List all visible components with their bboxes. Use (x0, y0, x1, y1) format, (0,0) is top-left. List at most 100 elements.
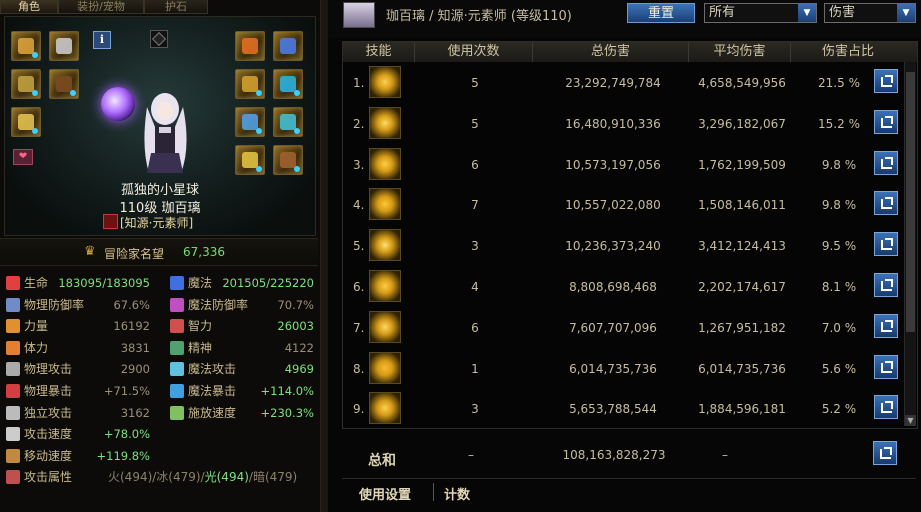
heart-icon[interactable]: ❤ (13, 149, 33, 165)
equip-slot-belt[interactable] (235, 69, 265, 99)
row-damage-share: 7.0 % (821, 320, 857, 335)
top-armor-icon (18, 76, 34, 92)
character-panel: 角色 装扮/宠物 护石 i ❤ 孤独的小星球 110级 珈百璃 [知源·元素师]… (0, 0, 321, 512)
skill-icon[interactable] (369, 147, 401, 180)
tab-costume-pet[interactable]: 装扮/宠物 (58, 0, 144, 14)
head-armor-icon (56, 76, 72, 92)
ring-icon (242, 152, 258, 168)
skill-icon[interactable] (369, 106, 401, 139)
share-button[interactable] (874, 69, 898, 93)
gem-icon (32, 128, 38, 134)
character-class: [知源·元素师] (103, 214, 193, 230)
table-scrollbar[interactable]: ▼ (904, 62, 916, 426)
share-button[interactable] (874, 395, 898, 420)
stat-value: 4969 (284, 362, 314, 377)
row-average-damage: 4,658,549,956 (698, 76, 786, 90)
skill-icon[interactable] (369, 66, 401, 98)
row-damage-share: 8.1 % (821, 280, 857, 294)
share-button[interactable] (874, 191, 898, 216)
equip-slot-arrow[interactable] (273, 69, 303, 99)
total-uses: – (468, 448, 474, 462)
magic-shield-icon (170, 297, 184, 312)
skill-icon[interactable] (369, 188, 401, 221)
skill-icon[interactable] (369, 229, 401, 262)
total-row: 总和 – 108,163,828,273 – (342, 437, 916, 475)
table-row[interactable]: 5. 3 10,236,373,240 3,412,124,413 9.5 % (343, 227, 903, 266)
usage-settings-button[interactable]: 使用设置 (359, 484, 411, 503)
stat-label: 精神 (188, 340, 213, 355)
equip-slot-bracelet[interactable] (235, 107, 265, 137)
count-button[interactable]: 计数 (444, 484, 470, 503)
reset-button[interactable]: 重置 (627, 3, 695, 23)
equip-slot-gear[interactable] (273, 31, 303, 61)
tab-character[interactable]: 角色 (0, 0, 58, 14)
bracelet-icon (242, 114, 258, 130)
row-rank: 2. (353, 116, 365, 131)
equip-slot-head[interactable] (49, 69, 79, 99)
table-row[interactable]: 1. 5 23,292,749,784 4,658,549,956 21.5 % (343, 64, 903, 103)
scroll-down-icon[interactable]: ▼ (905, 415, 916, 426)
equip-slot-title[interactable] (49, 31, 79, 61)
share-button[interactable] (874, 150, 898, 175)
character-avatar[interactable] (133, 87, 197, 179)
diamond-icon[interactable] (150, 30, 168, 48)
share-button[interactable] (874, 109, 898, 134)
row-uses: 7 (471, 198, 479, 213)
share-button[interactable] (874, 273, 898, 297)
table-row[interactable]: 7. 6 7,607,707,096 1,267,951,182 7.0 % (343, 309, 903, 348)
equip-slot-pants[interactable] (11, 107, 41, 137)
gear-icon (280, 38, 296, 54)
row-total-damage: 8,808,698,468 (569, 280, 657, 294)
tab-talisman[interactable]: 护石 (144, 0, 208, 14)
skill-icon[interactable] (369, 351, 401, 384)
element-attributes: 火(494)/冰(479)/光(494)/暗(479) (108, 467, 297, 487)
equip-slot-shoulder[interactable] (235, 31, 265, 61)
equip-slot-top[interactable] (11, 69, 41, 99)
stat-value: +114.0% (260, 384, 315, 398)
share-button-total[interactable] (873, 441, 897, 465)
attack-speed-icon (6, 427, 20, 442)
row-total-damage: 10,557,022,080 (565, 198, 661, 213)
panel-title: 珈百璃 / 知源·元素师 (等级110) (386, 9, 572, 24)
row-average-damage: 1,884,596,181 (698, 402, 786, 417)
column-header-uses[interactable]: 使用次数 (415, 42, 533, 62)
strength-icon (6, 319, 20, 334)
table-row[interactable]: 2. 5 16,480,910,336 3,296,182,067 15.2 % (343, 105, 903, 144)
share-button[interactable] (874, 313, 898, 338)
info-icon[interactable]: i (93, 31, 111, 49)
stat-row: 魔法防御率 70.7% (170, 295, 314, 315)
filter-select[interactable]: 所有 ▼ (704, 3, 817, 23)
row-damage-share: 5.2 % (821, 402, 857, 417)
table-row[interactable]: 3. 6 10,573,197,056 1,762,199,509 9.8 % (343, 146, 903, 185)
table-row[interactable]: 6. 4 8,808,698,468 2,202,174,617 8.1 % (343, 268, 903, 307)
table-row[interactable]: 8. 1 6,014,735,736 6,014,735,736 5.6 % (343, 350, 903, 389)
share-button[interactable] (874, 354, 898, 379)
column-header-skill[interactable]: 技能 (343, 42, 415, 62)
row-rank: 5. (353, 239, 365, 254)
skill-icon[interactable] (369, 392, 401, 425)
column-header-average[interactable]: 平均伤害 (689, 42, 791, 62)
skill-icon[interactable] (369, 270, 401, 302)
equip-slot-necklace[interactable] (273, 107, 303, 137)
table-row[interactable]: 4. 7 10,557,022,080 1,508,146,011 9.8 % (343, 186, 903, 225)
row-damage-share: 9.8 % (821, 157, 857, 172)
column-header-share[interactable]: 伤害占比 (791, 42, 905, 62)
table-row[interactable]: 9. 3 5,653,788,544 1,884,596,181 5.2 % (343, 390, 903, 429)
skill-icon[interactable] (369, 310, 401, 343)
equip-slot-support[interactable] (273, 145, 303, 175)
stat-row: 力量 16192 (6, 316, 150, 336)
metric-select[interactable]: 伤害 ▼ (824, 3, 916, 23)
stat-label: 智力 (188, 319, 213, 334)
stat-value: +71.5% (103, 384, 150, 398)
row-rank: 9. (353, 402, 365, 417)
row-uses: 6 (471, 157, 479, 172)
equip-slot-ring[interactable] (235, 145, 265, 175)
stat-value: +230.3% (260, 405, 315, 420)
gem-icon (32, 52, 38, 58)
share-button[interactable] (874, 232, 898, 257)
stat-label: 魔法攻击 (188, 362, 237, 377)
player-avatar (343, 2, 375, 28)
scrollbar-thumb[interactable] (906, 72, 915, 332)
equip-slot-weapon[interactable] (11, 31, 41, 61)
column-header-total[interactable]: 总伤害 (533, 42, 689, 62)
